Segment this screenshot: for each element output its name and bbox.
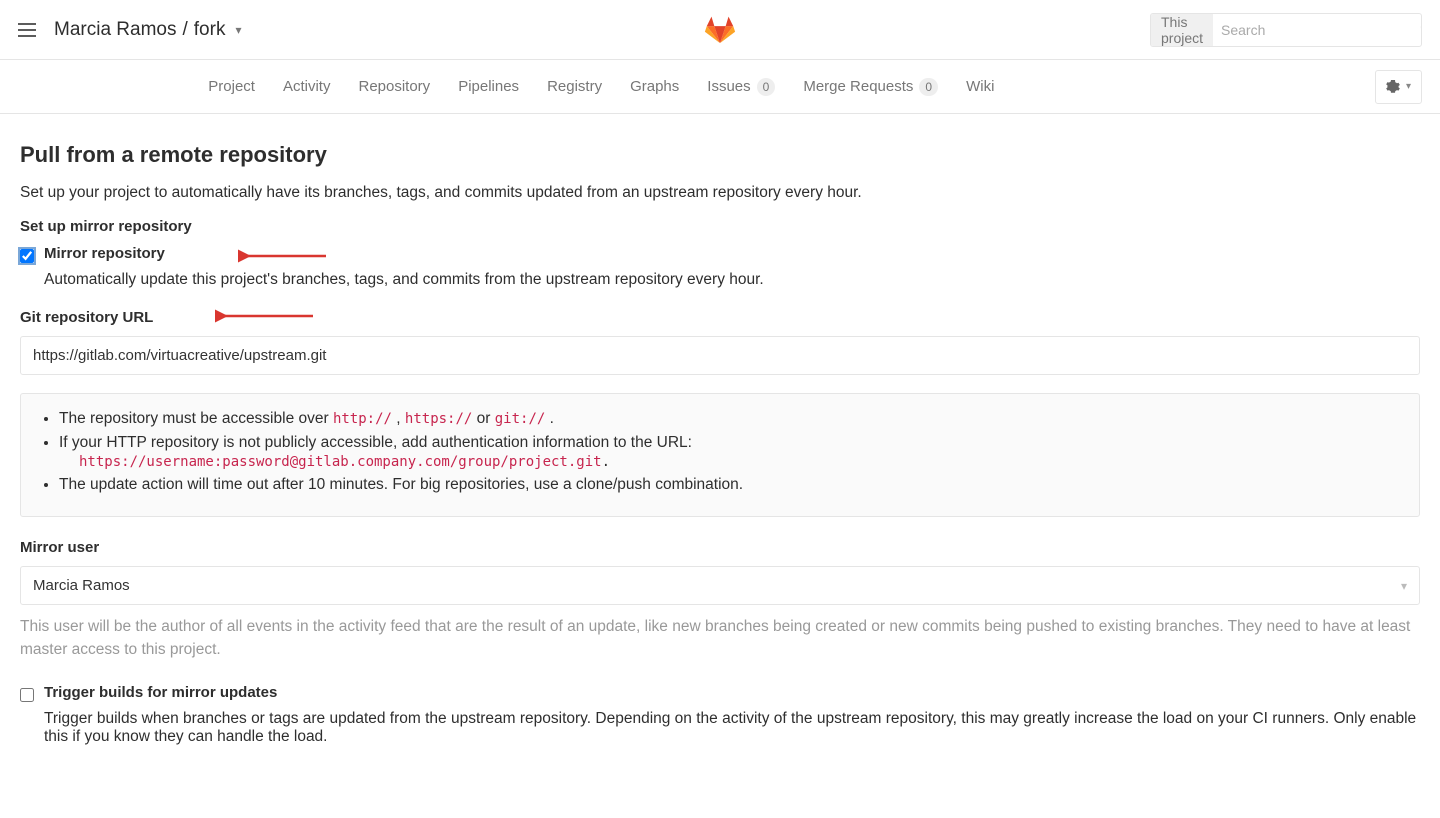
breadcrumb-owner[interactable]: Marcia Ramos — [54, 19, 176, 41]
code-auth-url: https://username:password@gitlab.company… — [79, 454, 602, 470]
tab-pipelines[interactable]: Pipelines — [458, 78, 519, 96]
gitlab-logo[interactable] — [703, 11, 737, 49]
code-git: git:// — [495, 411, 546, 427]
mirror-checkbox-help: Automatically update this project's bran… — [44, 271, 1420, 289]
gear-icon — [1386, 80, 1400, 94]
mirror-repository-checkbox[interactable] — [20, 249, 34, 263]
settings-dropdown-button[interactable]: ▾ — [1375, 70, 1422, 104]
url-help-panel: The repository must be accessible over h… — [20, 393, 1420, 517]
annotation-arrow-icon — [215, 307, 315, 325]
annotation-arrow-icon — [238, 247, 328, 265]
code-https: https:// — [405, 411, 472, 427]
main-content: Pull from a remote repository Set up you… — [0, 114, 1440, 794]
mr-count-badge: 0 — [919, 78, 938, 96]
list-item: If your HTTP repository is not publicly … — [59, 434, 1401, 470]
trigger-builds-checkbox[interactable] — [20, 688, 34, 702]
mirror-user-select[interactable]: Marcia Ramos ▾ — [20, 566, 1420, 605]
search-container: This project — [1150, 13, 1422, 47]
topbar: Marcia Ramos / fork ▾ This project — [0, 0, 1440, 60]
tab-issues[interactable]: Issues 0 — [707, 78, 775, 96]
tab-mr-label: Merge Requests — [803, 78, 913, 95]
project-nav: Project Activity Repository Pipelines Re… — [0, 60, 1440, 114]
tab-project[interactable]: Project — [208, 78, 255, 96]
tab-repository[interactable]: Repository — [358, 78, 430, 96]
trigger-builds-row: Trigger builds for mirror updates — [20, 684, 1420, 702]
mirror-repository-label: Mirror repository — [44, 245, 165, 262]
trigger-builds-label: Trigger builds for mirror updates — [44, 684, 277, 701]
chevron-down-icon: ▾ — [1406, 81, 1411, 92]
search-input[interactable] — [1213, 14, 1410, 46]
page-description: Set up your project to automatically hav… — [20, 184, 1420, 202]
issues-count-badge: 0 — [757, 78, 776, 96]
hamburger-icon[interactable] — [18, 23, 36, 37]
mirror-checkbox-row: Mirror repository — [20, 245, 1420, 263]
list-item: The update action will time out after 10… — [59, 476, 1401, 494]
tab-issues-label: Issues — [707, 78, 750, 95]
mirror-user-help: This user will be the author of all even… — [20, 615, 1420, 662]
git-repository-url-input[interactable] — [20, 336, 1420, 375]
trigger-builds-help: Trigger builds when branches or tags are… — [44, 710, 1420, 746]
breadcrumb: Marcia Ramos / fork ▾ — [54, 19, 241, 41]
code-http: http:// — [333, 411, 392, 427]
tab-activity[interactable]: Activity — [283, 78, 331, 96]
search-scope-button[interactable]: This project — [1151, 14, 1213, 46]
tab-registry[interactable]: Registry — [547, 78, 602, 96]
mirror-setup-subhead: Set up mirror repository — [20, 218, 1420, 235]
tab-graphs[interactable]: Graphs — [630, 78, 679, 96]
page-title: Pull from a remote repository — [20, 142, 1420, 168]
mirror-user-label: Mirror user — [20, 539, 1420, 556]
git-url-label: Git repository URL — [20, 309, 1420, 326]
search-icon[interactable] — [1410, 21, 1422, 39]
mirror-user-value: Marcia Ramos — [33, 577, 130, 594]
list-item: The repository must be accessible over h… — [59, 410, 1401, 428]
chevron-down-icon[interactable]: ▾ — [235, 23, 241, 37]
tab-wiki[interactable]: Wiki — [966, 78, 994, 96]
chevron-down-icon: ▾ — [1401, 579, 1407, 593]
breadcrumb-separator: / — [182, 19, 187, 41]
breadcrumb-project[interactable]: fork — [194, 19, 226, 41]
tab-merge-requests[interactable]: Merge Requests 0 — [803, 78, 938, 96]
